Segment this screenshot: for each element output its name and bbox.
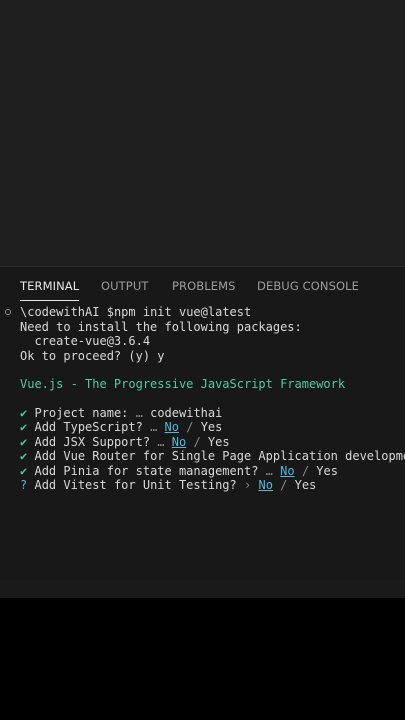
- terminal-panel: TERMINAL OUTPUT PROBLEMS DEBUG CONSOLE \…: [0, 266, 405, 580]
- check-icon: ✔: [20, 435, 28, 449]
- terminal-output[interactable]: \codewithAI $npm init vue@latest Need to…: [0, 305, 405, 580]
- tab-terminal[interactable]: TERMINAL: [20, 279, 80, 301]
- answer-typescript: ✔ Add TypeScript? … No / Yes: [20, 420, 223, 434]
- proceed-prompt: Ok to proceed? (y) y: [20, 349, 165, 363]
- answer-pinia: ✔ Add Pinia for state management? … No /…: [20, 464, 338, 478]
- option-no[interactable]: No: [258, 478, 272, 492]
- tab-output[interactable]: OUTPUT: [101, 279, 148, 301]
- answer-project-name: ✔ Project name: … codewithai: [20, 406, 223, 420]
- check-icon: ✔: [20, 449, 28, 463]
- prompt-line: \codewithAI $npm init vue@latest: [20, 305, 251, 320]
- install-message: Need to install the following packages:: [20, 320, 302, 334]
- answer-vitest[interactable]: ? Add Vitest for Unit Testing? › No / Ye…: [20, 478, 316, 493]
- editor-area: [0, 0, 405, 266]
- check-icon: ✔: [20, 420, 28, 434]
- check-icon: ✔: [20, 406, 28, 420]
- tab-debug-console[interactable]: DEBUG CONSOLE: [257, 279, 359, 301]
- tab-problems[interactable]: PROBLEMS: [172, 279, 236, 301]
- panel-tabs: TERMINAL OUTPUT PROBLEMS DEBUG CONSOLE: [0, 267, 405, 301]
- prompt-command: $npm init vue@latest: [106, 305, 252, 319]
- check-icon: ✔: [20, 464, 28, 478]
- answer-jsx: ✔ Add JSX Support? … No / Yes: [20, 435, 230, 449]
- status-bar: [0, 580, 405, 598]
- answer-vue-router: ✔ Add Vue Router for Single Page Applica…: [20, 449, 405, 463]
- option-yes[interactable]: Yes: [295, 478, 317, 492]
- question-icon: ?: [20, 478, 28, 492]
- prompt-path: \codewithAI: [20, 305, 100, 319]
- package-name: create-vue@3.6.4: [20, 334, 151, 348]
- vue-banner: Vue.js - The Progressive JavaScript Fram…: [20, 377, 346, 391]
